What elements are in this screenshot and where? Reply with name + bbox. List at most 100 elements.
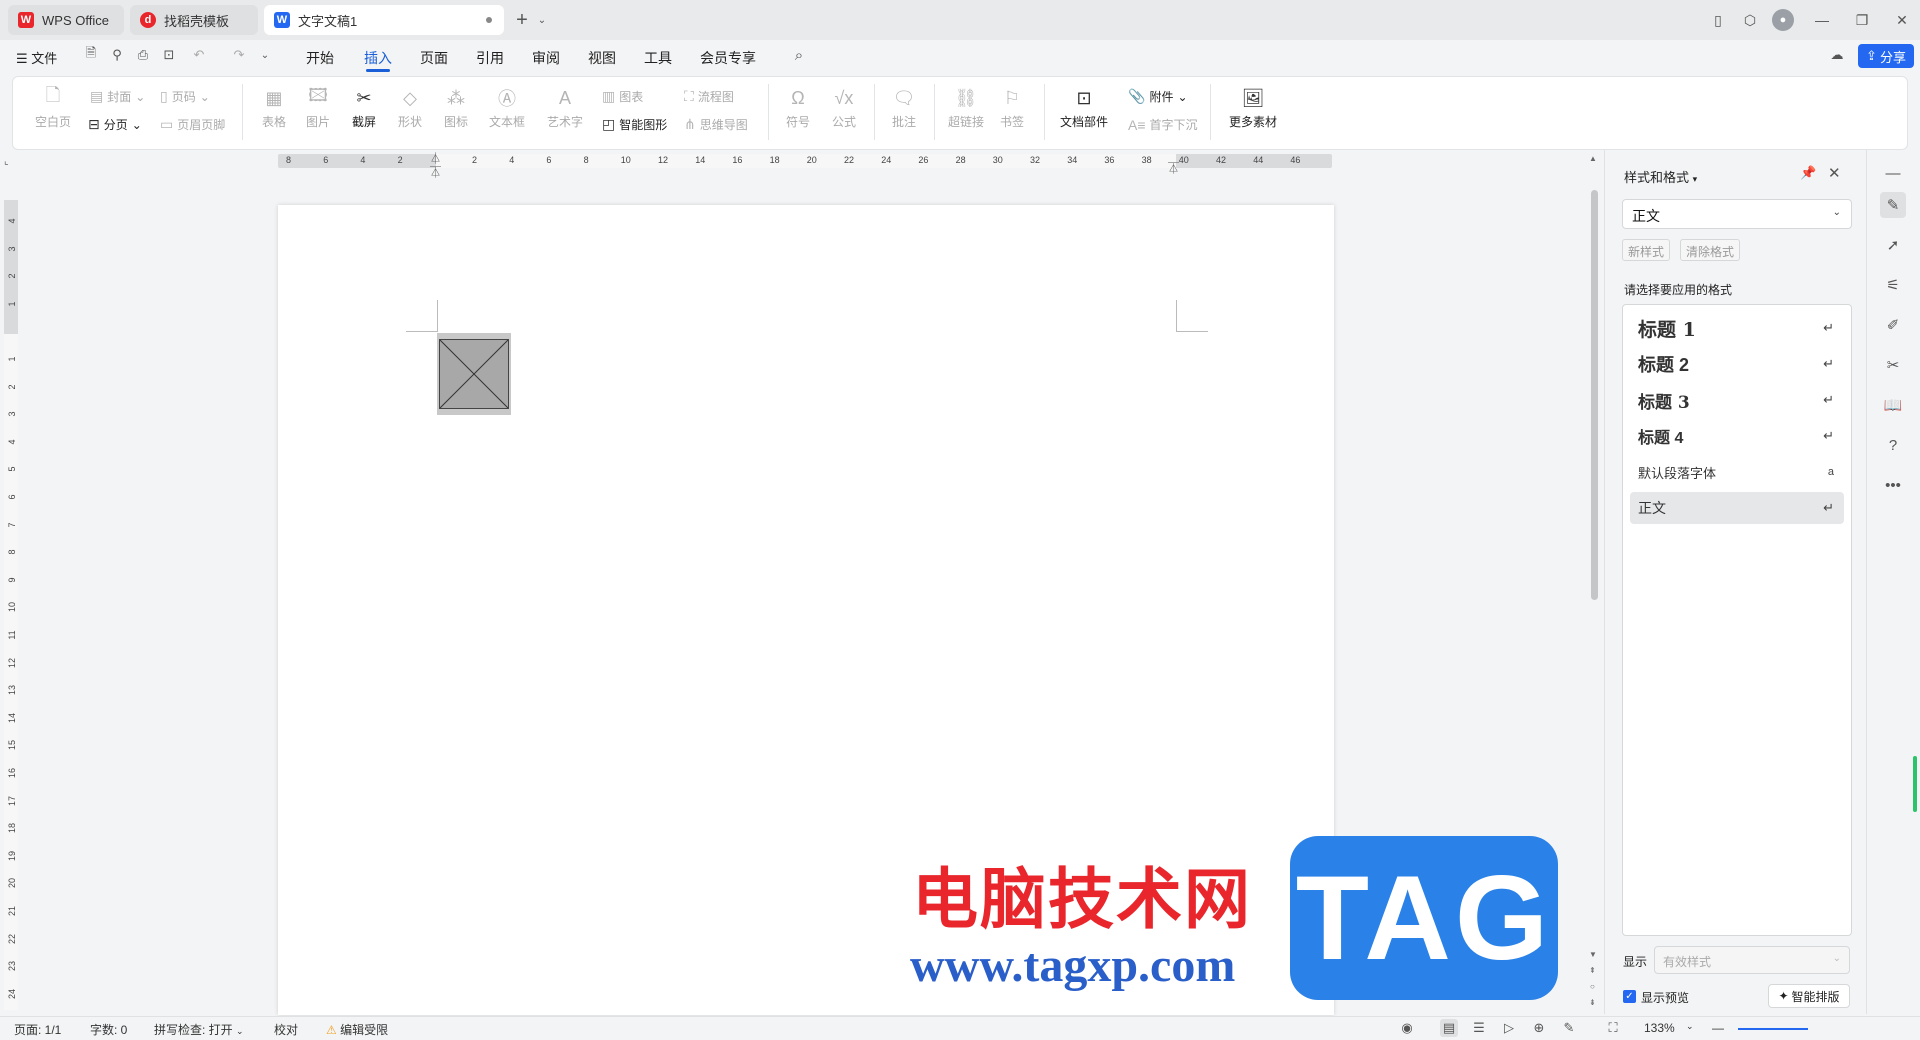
menu-review[interactable]: 审阅 [532, 48, 560, 68]
tools-icon[interactable]: ✂ [1880, 352, 1906, 378]
eye-protection-icon[interactable]: ◉ [1398, 1019, 1416, 1037]
cloud-icon[interactable]: ☁ [1828, 46, 1846, 64]
style-default-paragraph-font[interactable]: 默认段落字体 a [1630, 456, 1844, 488]
left-indent-marker-icon[interactable]: ⏄ [430, 164, 441, 180]
icon-button[interactable]: ⁂ 图标 [438, 86, 474, 130]
right-indent-marker-icon[interactable]: ⏄ [1168, 160, 1179, 176]
undo-icon[interactable]: ↶ [190, 46, 208, 64]
current-style-dropdown[interactable]: 正文 ⌄ [1622, 199, 1852, 229]
cube-icon[interactable]: ⬡ [1740, 10, 1760, 30]
doc-parts-button[interactable]: ⊡ 文档部件 [1054, 86, 1114, 130]
tab-docer-template[interactable]: d 找稻壳模板 [130, 5, 258, 35]
menu-page[interactable]: 页面 [420, 48, 448, 68]
style-pen-icon[interactable]: ✎ [1880, 192, 1906, 218]
style-heading-2[interactable]: 标题 2 ↵ [1630, 348, 1844, 380]
avatar[interactable]: ● [1772, 9, 1794, 31]
spellcheck-toggle[interactable]: 拼写检查: 打开 ⌄ [154, 1021, 244, 1038]
textbox-button[interactable]: Ⓐ 文本框 [484, 86, 530, 130]
picture-button[interactable]: 🖾 图片 [298, 85, 338, 130]
word-count[interactable]: 字数: 0 [90, 1021, 127, 1038]
style-heading-1[interactable]: 标题 1 ↵ [1630, 312, 1844, 344]
web-view-icon[interactable]: ⊕ [1530, 1019, 1548, 1037]
save-icon[interactable]: 🗎 [82, 45, 100, 64]
proofread-button[interactable]: 校对 [274, 1021, 298, 1038]
shape-button[interactable]: ◇ 形状 [390, 86, 430, 130]
more-material-button[interactable]: 🖼 更多素材 [1222, 86, 1284, 130]
book-icon[interactable]: 📖 [1880, 392, 1906, 418]
wordart-button[interactable]: A 艺术字 [542, 86, 588, 130]
file-menu[interactable]: ☰ 文件 [16, 48, 57, 67]
menu-view[interactable]: 视图 [588, 48, 616, 68]
menu-member[interactable]: 会员专享 [700, 48, 756, 68]
cover-button[interactable]: ▤ 封面 ⌄ [90, 88, 145, 105]
show-styles-dropdown[interactable]: 有效样式 ⌄ [1654, 946, 1850, 974]
close-window-icon[interactable]: ✕ [1892, 10, 1912, 30]
image-placeholder[interactable] [439, 339, 509, 409]
tab-document-1[interactable]: W 文字文稿1 [264, 5, 504, 35]
fit-page-icon[interactable]: ⛶ [1604, 1019, 1622, 1037]
blank-page-button[interactable]: 🗋 空白页 [28, 85, 78, 130]
flowchart-button[interactable]: ⛶ 流程图 [684, 88, 734, 105]
scroll-down-icon[interactable]: ▼ [1589, 950, 1597, 959]
header-footer-button[interactable]: ▭ 页眉页脚 [160, 116, 225, 133]
page-count[interactable]: 页面: 1/1 [14, 1021, 61, 1038]
smart-layout-button[interactable]: ✦ 智能排版 [1768, 984, 1850, 1008]
pin-icon[interactable]: 📌 [1800, 165, 1816, 181]
print-icon[interactable]: ⎙ [134, 46, 152, 64]
menu-tools[interactable]: 工具 [644, 48, 672, 68]
restore-icon[interactable]: ❐ [1852, 10, 1872, 30]
search-icon[interactable]: ⌕ [790, 46, 808, 64]
outline-view-icon[interactable]: ☰ [1470, 1019, 1488, 1037]
clear-format-button[interactable]: 清除格式 [1680, 239, 1741, 261]
edit-image-icon[interactable]: ✐ [1880, 312, 1906, 338]
hyperlink-button[interactable]: ⛓ 超链接 [944, 86, 988, 130]
zoom-dropdown-icon[interactable]: ⌄ [1686, 1021, 1694, 1032]
screenshot-button[interactable]: ✂ 截屏 [344, 86, 384, 130]
drop-cap-button[interactable]: A≡ 首字下沉 [1128, 116, 1198, 133]
format-painter-icon[interactable]: ⚲ [108, 46, 126, 64]
new-style-button[interactable]: 新样式 [1622, 239, 1671, 261]
tab-list-chevron-icon[interactable]: ⌄ [532, 10, 552, 30]
page-number-button[interactable]: ▯ 页码 ⌄ [160, 88, 210, 105]
zoom-level[interactable]: 133% [1644, 1021, 1675, 1035]
quick-access-more-icon[interactable]: ⌄ [256, 46, 274, 64]
smart-graphic-button[interactable]: ◰ 智能图形 [602, 116, 667, 133]
scroll-up-icon[interactable]: ▲ [1589, 154, 1597, 163]
select-browse-icon[interactable]: ○ [1590, 982, 1595, 991]
page-view-icon[interactable]: ▤ [1440, 1019, 1458, 1037]
formula-button[interactable]: √x 公式 [824, 86, 864, 130]
chart-button[interactable]: ▥ 图表 [602, 88, 643, 105]
symbol-button[interactable]: Ω 符号 [778, 86, 818, 130]
comment-button[interactable]: 🗨 批注 [886, 86, 922, 130]
print-preview-icon[interactable]: ⊡ [160, 46, 178, 64]
help-icon[interactable]: ? [1880, 432, 1906, 458]
edit-restrict-button[interactable]: ⚠ 编辑受限 [326, 1021, 388, 1038]
redo-icon[interactable]: ↷ [230, 46, 248, 64]
properties-sliders-icon[interactable]: ⚟ [1880, 272, 1906, 298]
tab-wps-office[interactable]: W WPS Office [8, 5, 124, 35]
table-button[interactable]: ▦ 表格 [254, 86, 294, 130]
layout-icon[interactable]: ▯ [1708, 10, 1728, 30]
collapse-sidebar-icon[interactable]: — [1880, 160, 1906, 186]
attachment-button[interactable]: 📎 附件 ⌄ [1128, 88, 1188, 105]
close-panel-icon[interactable]: ✕ [1828, 164, 1841, 182]
zoom-out-icon[interactable]: — [1712, 1021, 1724, 1035]
document-scroll-thumb[interactable] [1591, 190, 1598, 600]
page-break-button[interactable]: ⊟ 分页 ⌄ [88, 116, 142, 133]
write-mode-icon[interactable]: ✎ [1560, 1019, 1578, 1037]
prev-page-icon[interactable]: ⇞ [1589, 966, 1596, 975]
more-icon[interactable]: ••• [1880, 472, 1906, 498]
select-cursor-icon[interactable]: ➚ [1880, 232, 1906, 258]
style-body-text[interactable]: 正文 ↵ [1630, 492, 1844, 524]
style-heading-3[interactable]: 标题 3 ↵ [1630, 384, 1844, 416]
style-heading-4[interactable]: 标题 4 ↵ [1630, 420, 1844, 452]
menu-start[interactable]: 开始 [306, 48, 334, 68]
menu-reference[interactable]: 引用 [476, 48, 504, 68]
show-preview-checkbox[interactable]: ✓ [1623, 990, 1636, 1003]
mindmap-button[interactable]: ⋔ 思维导图 [684, 116, 748, 133]
menu-insert[interactable]: 插入 [364, 48, 392, 68]
next-page-icon[interactable]: ⇟ [1589, 998, 1596, 1007]
panel-title[interactable]: 样式和格式 ▾ [1624, 167, 1697, 186]
bookmark-button[interactable]: ⚐ 书签 [996, 86, 1028, 130]
play-icon[interactable]: ▷ [1500, 1019, 1518, 1037]
